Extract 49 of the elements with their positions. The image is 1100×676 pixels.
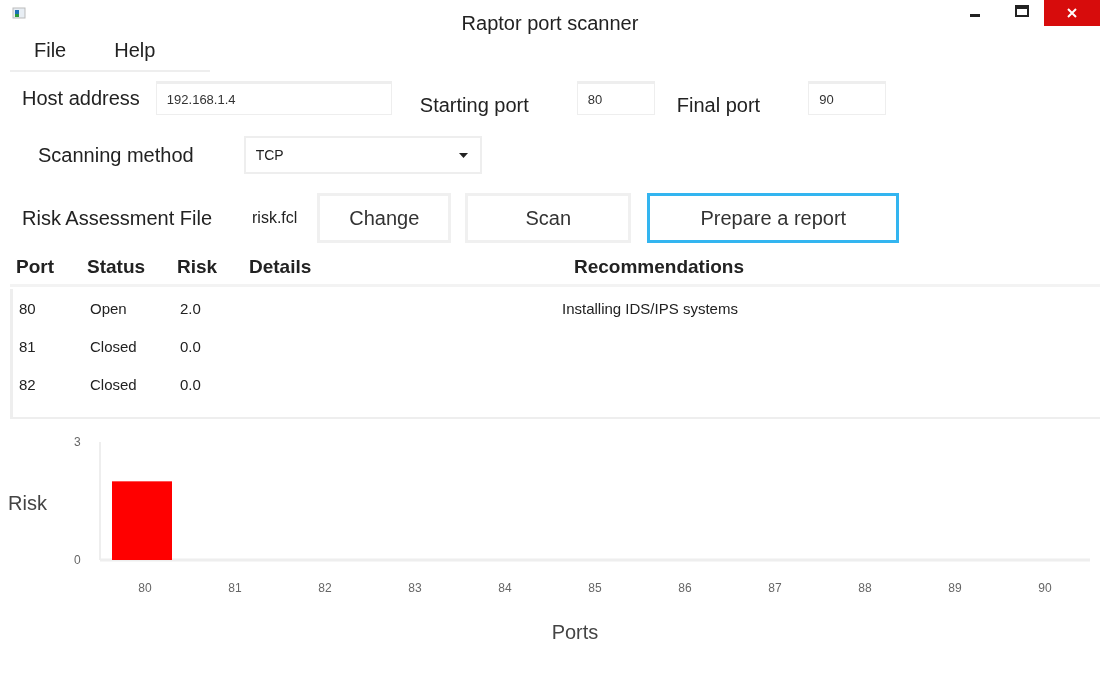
x-tick-label: 82: [318, 581, 332, 595]
method-dropdown[interactable]: TCP: [243, 136, 482, 174]
table-cell-text: 82: [18, 375, 37, 393]
close-button[interactable]: [1044, 0, 1100, 26]
column-header: Details: [249, 256, 313, 278]
table-cell-text: 0.0: [180, 337, 202, 355]
caret-icon: [458, 152, 468, 158]
final-port-field[interactable]: 90: [808, 81, 887, 115]
y-tick-label: 0: [74, 553, 81, 567]
column-header: Status: [87, 256, 147, 278]
action-button[interactable]: Scan: [465, 193, 632, 243]
host-label: Host address: [22, 86, 140, 110]
x-tick-label: 90: [1038, 581, 1052, 595]
window-title: Raptor port scanner: [461, 12, 639, 35]
x-tick-label: 81: [228, 581, 242, 595]
x-tick-label: 83: [408, 581, 422, 595]
method-label: Scanning method: [38, 143, 194, 167]
table-cell-text: 81: [18, 337, 37, 355]
y-axis-label: Risk: [8, 492, 47, 514]
x-axis-label: Ports: [551, 621, 599, 643]
x-tick-label: 86: [678, 581, 692, 595]
x-tick-label: 89: [948, 581, 962, 595]
y-tick-label: 3: [74, 435, 81, 449]
x-tick-label: 87: [768, 581, 782, 595]
table-cell-text: Installing IDS/IPS systems: [562, 299, 739, 317]
x-tick-label: 88: [858, 581, 872, 595]
action-button[interactable]: Change: [317, 193, 452, 243]
table-cell-text: 0.0: [180, 375, 202, 393]
table-cell-text: Open: [90, 299, 128, 317]
table-cell-text: Closed: [90, 337, 138, 355]
column-header: Risk: [177, 256, 219, 278]
table-cell-text: 80: [18, 299, 37, 317]
final-port-label: Final port: [676, 93, 761, 117]
risk-file-name: risk.fcl: [252, 209, 298, 227]
start-port-label: Starting port: [419, 93, 529, 117]
x-tick-label: 84: [498, 581, 512, 595]
table-cell-text: Closed: [90, 375, 138, 393]
app-icon: [12, 6, 26, 20]
menu-item[interactable]: File: [34, 38, 67, 62]
host-field[interactable]: 192.168.1.4: [155, 81, 392, 115]
menu-item[interactable]: Help: [114, 38, 156, 62]
x-tick-label: 80: [138, 581, 152, 595]
table-cell-text: 2.0: [180, 299, 202, 317]
x-tick-label: 85: [588, 581, 602, 595]
start-port-field[interactable]: 80: [576, 81, 655, 115]
action-button[interactable]: Prepare a report: [647, 193, 900, 243]
column-header: Port: [15, 256, 55, 278]
column-header: Recommendations: [574, 256, 745, 278]
risk-file-label: Risk Assessment File: [22, 206, 214, 231]
